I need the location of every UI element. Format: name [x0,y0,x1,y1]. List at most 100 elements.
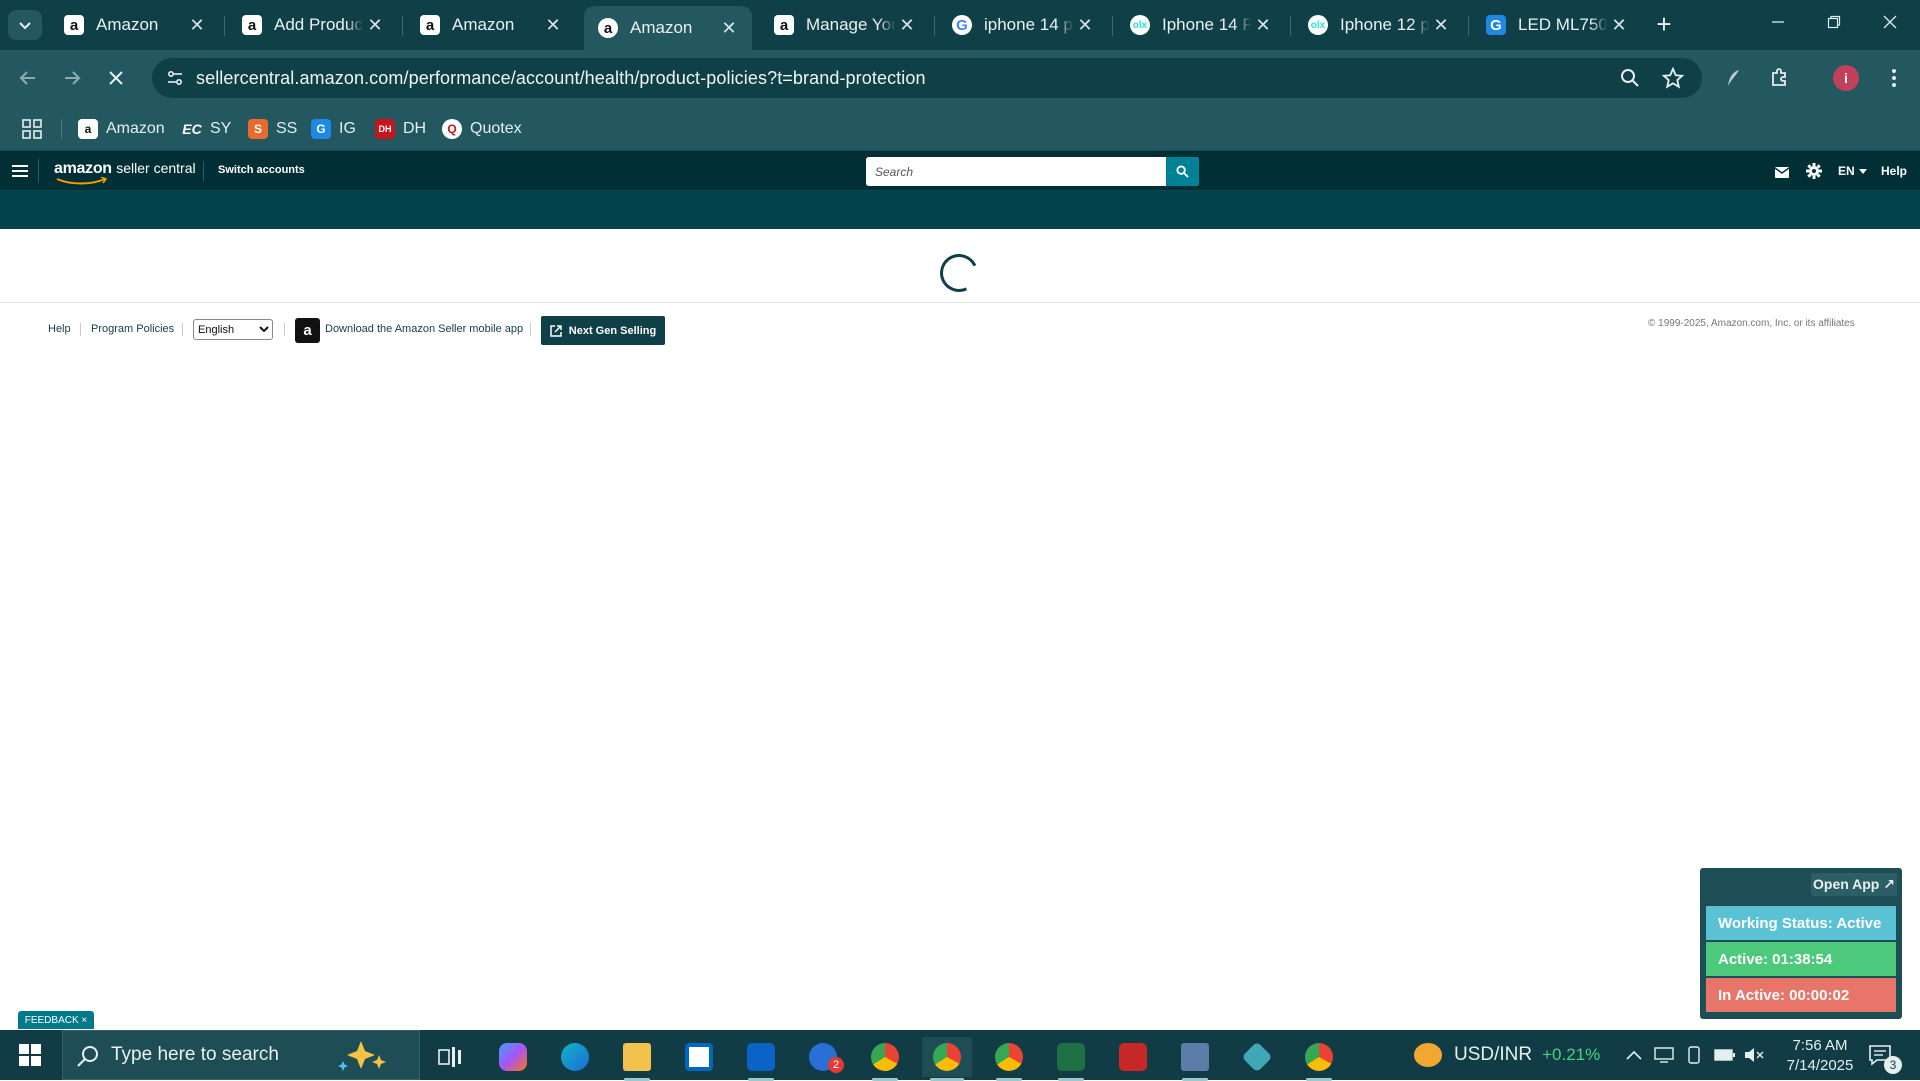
help-link[interactable]: Help [1881,164,1907,178]
close-tab-icon[interactable]: ✕ [1430,15,1452,36]
taskbar-app-chrome-1[interactable] [860,1037,910,1081]
avatar-icon: i [1833,65,1859,91]
address-bar[interactable]: sellercentral.amazon.com/performance/acc… [152,58,1702,98]
star-icon[interactable] [1662,67,1684,89]
back-button[interactable] [10,60,46,96]
chevron-down-icon [19,22,31,30]
close-tab-icon[interactable]: ✕ [896,15,918,36]
taskbar-app-chrome-4[interactable] [1294,1037,1344,1081]
tray-device-icon[interactable] [1686,1030,1702,1080]
taskbar-app-excel[interactable] [1046,1037,1096,1081]
footer-help-link[interactable]: Help [48,323,71,335]
tab-search-button[interactable] [8,10,42,40]
browser-tab[interactable]: a Amazon ✕ [50,6,220,44]
bookmark-ig[interactable]: G IG [311,115,356,143]
next-gen-selling-button[interactable]: Next Gen Selling [541,316,665,345]
amazon-icon: a [64,15,84,35]
taskbar-app-copilot[interactable] [488,1037,538,1077]
site-info-icon[interactable] [166,69,184,87]
browser-tab[interactable]: G iphone 14 pr ✕ [938,6,1108,44]
seller-search-button[interactable] [1166,157,1199,186]
restore-button[interactable] [1806,0,1862,44]
taskbar-app-edge[interactable] [550,1037,600,1077]
olx-icon: olx [1130,15,1150,35]
taskbar-app-store[interactable] [674,1037,724,1077]
bookmark-quotex[interactable]: Q Quotex [442,115,522,143]
mail-icon[interactable] [1774,165,1790,183]
currency-widget[interactable]: USD/INR +0.21% [1414,1030,1600,1080]
taskbar-app-hex[interactable] [1232,1037,1282,1077]
zoom-icon[interactable] [1620,68,1640,88]
browser-tab[interactable]: a Add Products ✕ [228,6,398,44]
tray-display-icon[interactable] [1654,1030,1674,1080]
bookmark-amazon[interactable]: a Amazon [78,115,165,143]
minimize-button[interactable] [1750,0,1806,44]
coins-icon [1414,1043,1442,1067]
download-seller-app-link[interactable]: Download the Amazon Seller mobile app [325,323,523,335]
url-text[interactable]: sellercentral.amazon.com/performance/acc… [196,68,926,89]
copilot-sparkle-icon[interactable] [331,1039,391,1073]
menu-kebab-icon[interactable] [1876,60,1912,96]
close-tab-icon[interactable]: ✕ [1608,15,1630,36]
bookmark-dh[interactable]: DH DH [375,115,426,143]
close-tab-icon[interactable]: ✕ [1074,15,1096,36]
arrow-right-icon [65,71,81,85]
extensions-puzzle-icon[interactable] [1762,60,1798,96]
new-tab-button[interactable]: + [1648,8,1680,40]
switch-accounts-link[interactable]: Switch accounts [218,164,305,176]
close-tab-icon[interactable]: ✕ [542,15,564,36]
taskbar-app-chrome-2[interactable] [922,1037,972,1081]
notification-center-button[interactable]: 3 [1868,1030,1902,1080]
tray-volume-muted-icon[interactable] [1744,1030,1764,1080]
browser-tab[interactable]: olx Iphone 12 pr ✕ [1294,6,1464,44]
browser-tab[interactable]: a Manage Your ✕ [760,6,930,44]
tray-chevron-up-icon[interactable] [1626,1030,1642,1080]
browser-tab-active[interactable]: a Amazon ✕ [584,6,752,50]
restore-icon [1827,15,1841,29]
taskbar-app-file-explorer[interactable] [612,1037,662,1081]
windows-start-button[interactable] [0,1030,60,1080]
browser-tab[interactable]: olx Iphone 14 Pr ✕ [1116,6,1286,44]
inactive-time-badge: In Active: 00:00:02 [1706,978,1896,1012]
seller-app-logo-icon[interactable]: a [295,318,320,343]
footer-language-select[interactable]: English [193,319,273,340]
open-app-button[interactable]: Open App ↗ [1811,873,1897,896]
taskbar-search-box[interactable]: Type here to search [62,1030,420,1080]
dh-icon: DH [375,119,395,139]
forward-button[interactable] [54,60,90,96]
tray-clock[interactable]: 7:56 AM 7/14/2025 [1770,1030,1870,1080]
language-dropdown[interactable]: EN [1838,164,1867,178]
settings-gear-icon[interactable] [1806,163,1822,184]
bookmark-ss[interactable]: S SS [248,115,297,143]
seller-search-box [866,157,1199,186]
extension-feather-icon[interactable] [1716,60,1752,96]
hamburger-menu-icon[interactable] [12,164,28,183]
seller-search-input[interactable] [866,157,1166,186]
seller-central-logo[interactable]: amazon seller central [54,160,196,185]
copyright-text: © 1999-2025, Amazon.com, Inc. or its aff… [1648,318,1855,329]
taskbar-app-calculator[interactable] [1170,1037,1220,1081]
stop-loading-button[interactable] [98,60,134,96]
feedback-tab[interactable]: FEEDBACK × [18,1011,94,1029]
taskbar-app-mail[interactable]: 2 [798,1037,848,1077]
close-window-button[interactable] [1862,0,1918,44]
folder-icon [623,1043,651,1071]
close-tab-icon[interactable]: ✕ [364,15,386,36]
close-tab-icon[interactable]: ✕ [1252,15,1274,36]
browser-tab[interactable]: a Amazon ✕ [406,6,576,44]
task-view-button[interactable] [425,1037,475,1077]
profile-avatar[interactable]: i [1828,60,1864,96]
browser-tab[interactable]: G LED ML750 D ✕ [1472,6,1642,44]
apps-grid-icon[interactable] [22,119,42,144]
chrome-icon [933,1043,961,1071]
bookmark-sy[interactable]: EC SY [182,115,231,143]
close-tab-icon[interactable]: ✕ [186,15,208,36]
taskbar-app-chrome-3[interactable] [984,1037,1034,1081]
quotex-icon: Q [442,119,462,139]
footer-program-policies-link[interactable]: Program Policies [91,323,174,335]
tray-battery-icon[interactable] [1714,1030,1736,1080]
notification-badge: 2 [828,1057,844,1073]
close-tab-icon[interactable]: ✕ [718,18,740,39]
taskbar-app-outlook[interactable] [736,1037,786,1081]
taskbar-app-filezilla[interactable] [1108,1037,1158,1077]
